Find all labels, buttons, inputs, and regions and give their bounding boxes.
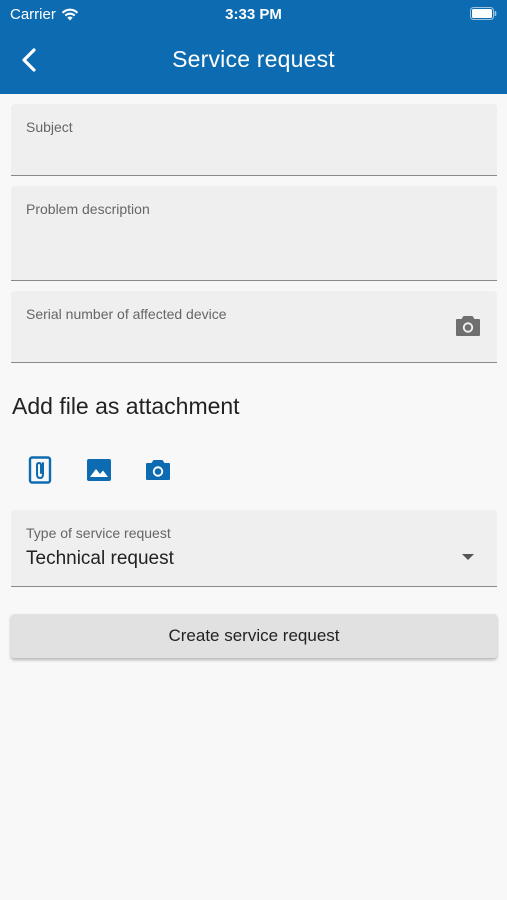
request-type-select[interactable]: Type of service request Technical reques… xyxy=(11,510,497,587)
page-title: Service request xyxy=(172,46,335,72)
navigation-bar: Service request xyxy=(0,28,507,94)
app-header: Carrier 3:33 PM Service request xyxy=(0,0,507,94)
request-type-value: Technical request xyxy=(26,548,174,569)
attachment-heading: Add file as attachment xyxy=(12,393,240,419)
problem-description-field[interactable]: Problem description xyxy=(11,186,497,281)
battery-icon xyxy=(470,7,497,20)
create-service-request-button[interactable]: Create service request xyxy=(11,614,497,658)
request-type-label: Type of service request xyxy=(26,525,171,541)
subject-field[interactable]: Subject xyxy=(11,104,497,176)
file-attachment-icon[interactable] xyxy=(25,455,55,485)
serial-number-label: Serial number of affected device xyxy=(26,306,227,322)
problem-description-label: Problem description xyxy=(26,201,150,217)
subject-label: Subject xyxy=(26,119,73,135)
clock: 3:33 PM xyxy=(225,6,282,23)
camera-icon[interactable] xyxy=(143,455,173,485)
serial-number-field[interactable]: Serial number of affected device xyxy=(11,291,497,363)
camera-scan-icon[interactable] xyxy=(455,315,481,337)
image-icon[interactable] xyxy=(84,455,114,485)
dropdown-arrow-icon xyxy=(462,554,474,560)
status-bar: Carrier 3:33 PM xyxy=(0,0,507,28)
